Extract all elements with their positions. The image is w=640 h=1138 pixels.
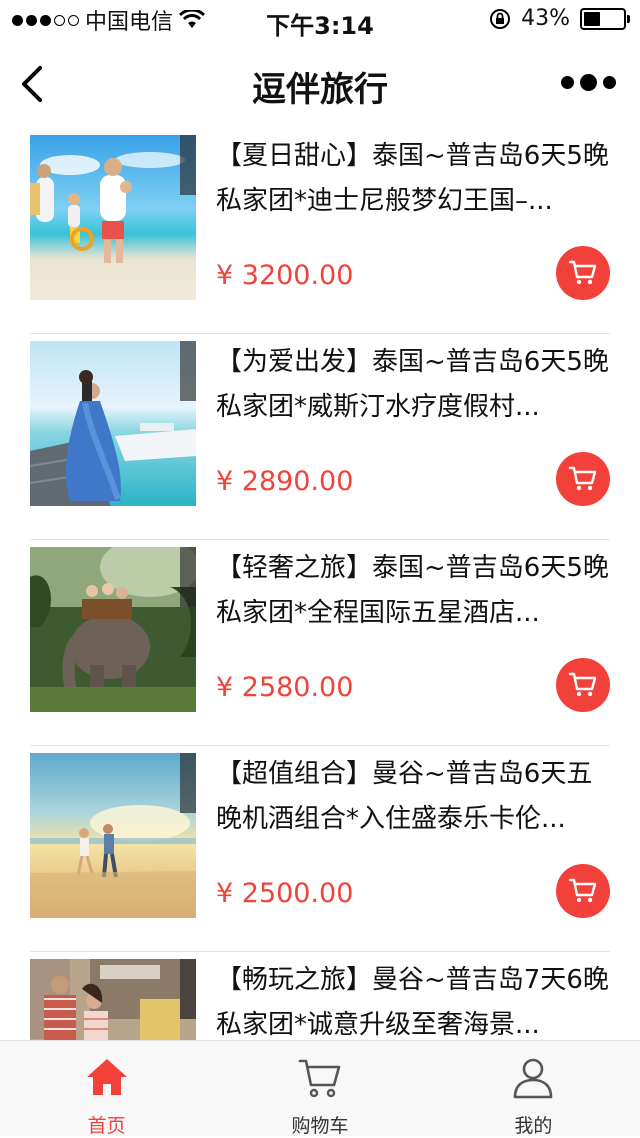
tab-label: 购物车 — [291, 1115, 349, 1137]
sunset-photo — [30, 753, 196, 918]
product-item[interactable]: 【轻奢之旅】泰国~普吉岛6天5晚私家团*全程国际五星酒店... ¥ 2580.0… — [30, 540, 610, 746]
image-corner-tag — [180, 959, 196, 1019]
wedding-photo — [30, 341, 196, 506]
tab-bar: 首页 购物车 我的 — [0, 1040, 640, 1137]
battery-percent: 43% — [521, 6, 570, 31]
user-icon — [514, 1058, 553, 1099]
battery-icon — [580, 7, 630, 30]
cart-icon — [298, 1059, 341, 1098]
tab-profile[interactable]: 我的 — [427, 1041, 640, 1137]
cart-icon — [568, 878, 597, 903]
product-title[interactable]: 【夏日甜心】泰国~普吉岛6天5晚私家团*迪士尼般梦幻王国–... — [216, 134, 610, 224]
product-title[interactable]: 【超值组合】曼谷~普吉岛6天五晚机酒组合*入住盛泰乐卡伦... — [216, 752, 610, 842]
product-title[interactable]: 【畅玩之旅】曼谷~普吉岛7天6晚私家团*诚意升级至奢海景... — [216, 958, 610, 1040]
add-to-cart-button[interactable] — [556, 452, 610, 506]
product-image-beach-family[interactable] — [30, 135, 196, 300]
product-list[interactable]: 【夏日甜心】泰国~普吉岛6天5晚私家团*迪士尼般梦幻王国–... ¥ 3200.… — [30, 128, 610, 1040]
product-image-elephant-ride[interactable] — [30, 547, 196, 712]
product-image-sunset-couple[interactable] — [30, 753, 196, 918]
cart-icon — [568, 466, 597, 491]
beach-photo — [30, 135, 196, 300]
elephant-photo — [30, 547, 196, 712]
tab-cart[interactable]: 购物车 — [213, 1041, 426, 1137]
product-price: ¥ 3200.00 — [216, 260, 354, 291]
more-dots-icon — [561, 74, 616, 91]
product-item[interactable]: 【为爱出发】泰国~普吉岛6天5晚私家团*威斯汀水疗度假村... ¥ 2890.0… — [30, 334, 610, 540]
add-to-cart-button[interactable] — [556, 658, 610, 712]
product-image-street-couple[interactable] — [30, 959, 196, 1040]
image-corner-tag — [180, 547, 196, 607]
product-item[interactable]: 【超值组合】曼谷~普吉岛6天五晚机酒组合*入住盛泰乐卡伦... ¥ 2500.0… — [30, 746, 610, 952]
image-corner-tag — [180, 341, 196, 401]
add-to-cart-button[interactable] — [556, 246, 610, 300]
product-image-wedding-pier[interactable] — [30, 341, 196, 506]
image-corner-tag — [180, 135, 196, 195]
product-item[interactable]: 【夏日甜心】泰国~普吉岛6天5晚私家团*迪士尼般梦幻王国–... ¥ 3200.… — [30, 128, 610, 334]
tab-label: 我的 — [514, 1115, 553, 1137]
nav-bar: 逗伴旅行 — [0, 40, 640, 128]
home-icon — [86, 1059, 127, 1095]
tab-label: 首页 — [87, 1115, 126, 1137]
product-item[interactable]: 【畅玩之旅】曼谷~普吉岛7天6晚私家团*诚意升级至奢海景... — [30, 952, 610, 1040]
rotation-lock-icon — [490, 8, 511, 29]
product-price: ¥ 2890.00 — [216, 466, 354, 497]
product-title[interactable]: 【为爱出发】泰国~普吉岛6天5晚私家团*威斯汀水疗度假村... — [216, 340, 610, 430]
product-title[interactable]: 【轻奢之旅】泰国~普吉岛6天5晚私家团*全程国际五星酒店... — [216, 546, 610, 636]
image-corner-tag — [180, 753, 196, 813]
add-to-cart-button[interactable] — [556, 864, 610, 918]
status-bar: 中国电信 下午3:14 43% — [0, 0, 640, 40]
product-price: ¥ 2500.00 — [216, 878, 354, 909]
cart-icon — [568, 260, 597, 285]
status-right: 43% — [489, 6, 630, 31]
cart-icon — [568, 672, 597, 697]
tab-home[interactable]: 首页 — [0, 1041, 213, 1137]
product-price: ¥ 2580.00 — [216, 672, 354, 703]
page-title: 逗伴旅行 — [252, 70, 388, 110]
street-photo — [30, 959, 196, 1040]
more-button[interactable] — [561, 74, 616, 91]
